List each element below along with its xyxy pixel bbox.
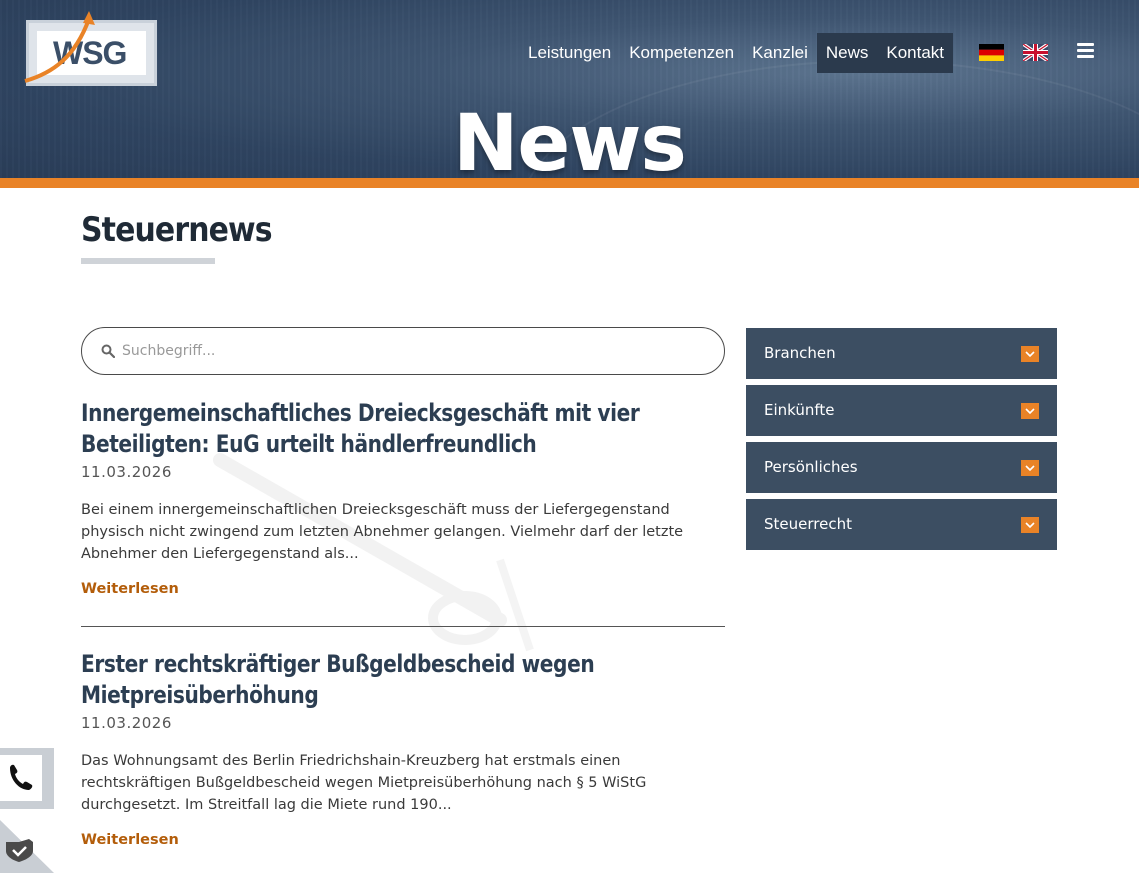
article-title[interactable]: Erster rechtskräftiger Bußgeldbescheid w…: [81, 649, 724, 711]
read-more-link[interactable]: Weiterlesen: [81, 832, 179, 848]
logo-arrow-icon: [24, 11, 95, 83]
article-date: 11.03.2026: [81, 463, 172, 481]
main-nav: Leistungen Kompetenzen Kanzlei News Kont…: [519, 33, 954, 73]
accordion-label: Branchen: [764, 344, 836, 362]
read-more-link[interactable]: Weiterlesen: [81, 581, 179, 597]
chevron-down-icon: [1021, 346, 1039, 362]
logo[interactable]: WSG: [24, 11, 157, 86]
phone-button[interactable]: [0, 748, 54, 809]
article-item: Erster rechtskräftiger Bußgeldbescheid w…: [81, 649, 725, 848]
accordion-branchen[interactable]: Branchen: [746, 328, 1057, 379]
privacy-settings-button[interactable]: [0, 820, 54, 873]
accordion-label: Steuerrecht: [764, 515, 852, 533]
nav-item-kompetenzen[interactable]: Kompetenzen: [620, 33, 743, 73]
chevron-down-icon: [1021, 403, 1039, 419]
accordion-einkuenfte[interactable]: Einkünfte: [746, 385, 1057, 436]
article-excerpt: Bei einem innergemeinschaftlichen Dreiec…: [81, 502, 684, 562]
nav-item-kontakt[interactable]: Kontakt: [877, 33, 954, 73]
search-box[interactable]: [81, 327, 725, 375]
nav-item-kanzlei[interactable]: Kanzlei: [743, 33, 817, 73]
page-title: Steuernews: [81, 210, 273, 250]
search-icon: [101, 344, 115, 358]
article-excerpt: Das Wohnungsamt des Berlin Friedrichshai…: [81, 753, 647, 813]
flag-de-icon[interactable]: [979, 44, 1004, 61]
category-sidebar: Branchen Einkünfte Persönliches Steuerre…: [746, 328, 1057, 556]
nav-item-news[interactable]: News: [816, 33, 878, 73]
phone-button-panel: [0, 755, 42, 801]
accordion-steuerrecht[interactable]: Steuerrecht: [746, 499, 1057, 550]
accordion-label: Persönliches: [764, 458, 858, 476]
article-divider: [81, 626, 725, 627]
menu-icon[interactable]: [1077, 43, 1094, 59]
chevron-down-icon: [1021, 517, 1039, 533]
article-title[interactable]: Innergemeinschaftliches Dreiecksgeschäft…: [81, 398, 724, 460]
search-input[interactable]: [122, 338, 702, 364]
chevron-down-icon: [1021, 460, 1039, 476]
flag-en-icon[interactable]: [1023, 44, 1048, 61]
accordion-persoenliches[interactable]: Persönliches: [746, 442, 1057, 493]
nav-item-leistungen[interactable]: Leistungen: [519, 33, 620, 73]
article-date: 11.03.2026: [81, 714, 172, 732]
article-item: Innergemeinschaftliches Dreiecksgeschäft…: [81, 398, 725, 597]
accordion-label: Einkünfte: [764, 401, 835, 419]
hero-title: News: [453, 99, 687, 189]
title-underline: [81, 258, 215, 264]
phone-icon: [10, 764, 33, 790]
